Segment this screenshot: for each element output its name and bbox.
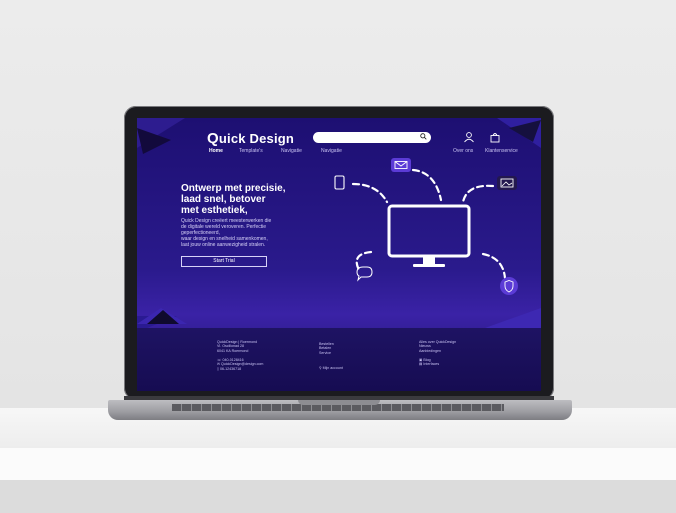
shield-icon bbox=[500, 277, 518, 295]
headline-line-3: met esthetiek, bbox=[181, 205, 248, 216]
hero-headline: Ontwerp met precisie, laad snel, betover… bbox=[181, 183, 321, 216]
search-input[interactable] bbox=[313, 132, 431, 143]
user-icon[interactable] bbox=[463, 131, 475, 143]
footer-contact: ☏ 040-0128416 ✉ QuickDesign@design.com ▯… bbox=[217, 358, 263, 371]
nav-templates[interactable]: Template's bbox=[239, 148, 263, 154]
footer-links-col3b: ▣ Blog ▤ Interfaces bbox=[419, 358, 439, 367]
desc-line-5: laat jouw online aanwezigheid stralen. bbox=[181, 242, 266, 248]
mobile-text: 06-12436718 bbox=[219, 366, 242, 371]
blog-link[interactable]: Blog bbox=[423, 358, 430, 362]
footer-address-line: 6041 KA Roermond bbox=[217, 348, 249, 353]
laptop-notch bbox=[298, 400, 380, 405]
site-footer: QuickDesign | Roermond Vl. Oscillonad 28… bbox=[137, 328, 541, 391]
shelf-front bbox=[0, 448, 676, 480]
search-icon[interactable] bbox=[420, 133, 427, 140]
laptop-keyboard-edge bbox=[172, 404, 504, 411]
footer-links-col2: Bestellen Betalen Service bbox=[319, 342, 334, 355]
logo-initial: Q bbox=[207, 130, 219, 147]
interfaces-link[interactable]: Interfaces bbox=[423, 362, 439, 366]
headline-line-1: Ontwerp met precisie, bbox=[181, 183, 286, 194]
nav-home[interactable]: Home bbox=[209, 148, 223, 154]
bag-icon[interactable] bbox=[489, 131, 501, 143]
nav-navigatie-1[interactable]: Navigatie bbox=[281, 148, 302, 154]
site-logo[interactable]: Quick Design bbox=[207, 130, 294, 147]
hero-illustration bbox=[334, 158, 518, 295]
headline-line-2: laad snel, betover bbox=[181, 194, 266, 205]
phone-text: 040-0128416 bbox=[222, 358, 244, 362]
footer-links-col3: Alles over QuickDesign Nieuws Aanbieding… bbox=[419, 340, 456, 353]
footer-account[interactable]: ⚲ Mijn account bbox=[319, 366, 343, 370]
logo-text: uick Design bbox=[218, 131, 295, 146]
footer-link[interactable]: Aanbiedingen bbox=[419, 349, 456, 353]
hero-description: Quick Design creëert meesterwerken die d… bbox=[181, 218, 311, 248]
account-link[interactable]: Mijn account bbox=[323, 366, 343, 370]
start-trial-button[interactable]: Start Trial bbox=[181, 256, 267, 267]
laptop-screen: Quick Design Home Template's Navigatie N… bbox=[137, 118, 541, 391]
email-text: QuickDesign@design.com bbox=[221, 362, 264, 367]
footer-link[interactable]: Service bbox=[319, 351, 334, 355]
footer-mobile[interactable]: ▯ 06-12436718 bbox=[217, 367, 263, 371]
floor bbox=[0, 480, 676, 513]
mail-icon bbox=[391, 158, 411, 172]
phone-icon bbox=[334, 175, 345, 190]
footer-address: QuickDesign | Roermond Vl. Oscillonad 28… bbox=[217, 340, 257, 353]
footer-interfaces[interactable]: ▤ Interfaces bbox=[419, 362, 439, 366]
monitor-icon bbox=[387, 204, 471, 267]
image-icon bbox=[497, 176, 517, 190]
